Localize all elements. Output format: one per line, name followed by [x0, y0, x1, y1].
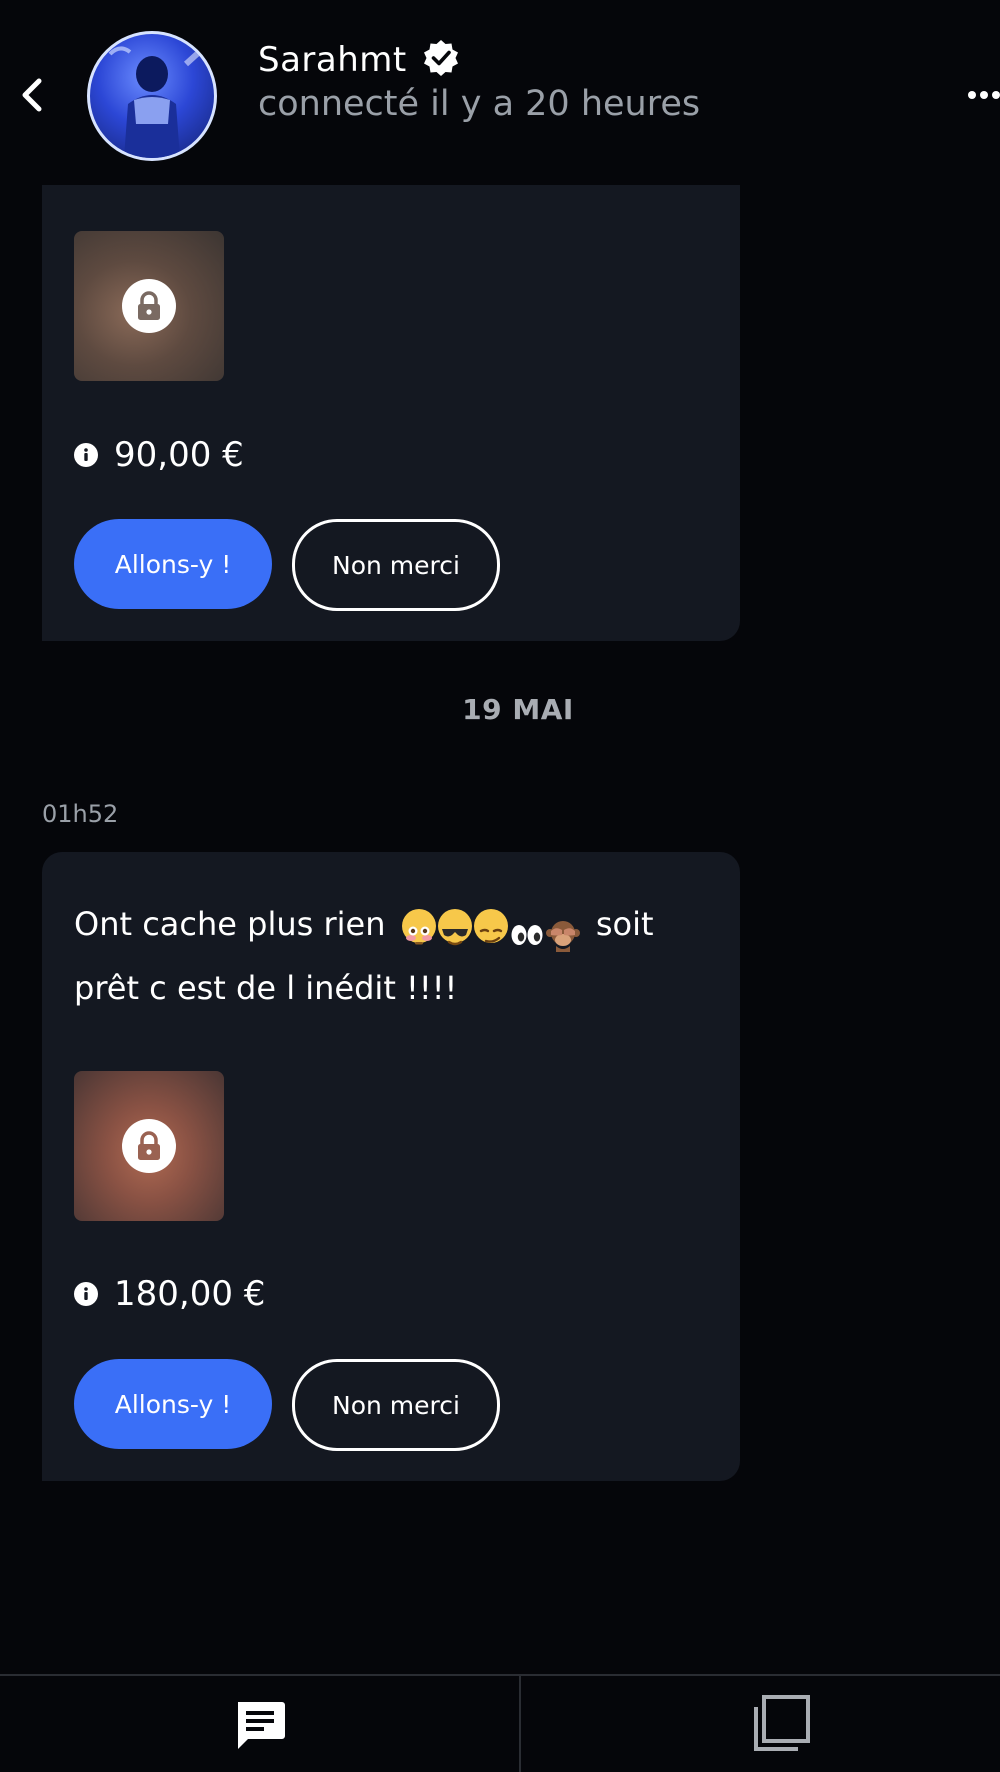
avatar[interactable]	[87, 31, 217, 161]
back-button[interactable]	[10, 70, 54, 120]
decline-offer-button[interactable]: Non merci	[292, 1359, 500, 1451]
price-label: 180,00 €	[114, 1274, 266, 1314]
contact-name: Sarahmt	[258, 40, 407, 80]
price-label: 90,00 €	[114, 435, 244, 475]
lock-icon	[122, 279, 176, 333]
lock-icon	[122, 1119, 176, 1173]
conversation-header: Sarahmt connecté il y a 20 heures	[0, 0, 1000, 185]
more-options-button[interactable]	[960, 80, 1000, 110]
see-no-evil-monkey-icon	[545, 909, 580, 952]
emoji-group	[401, 909, 580, 952]
message-text-part: Ont cache plus rien	[74, 905, 386, 943]
decline-offer-button[interactable]: Non merci	[292, 519, 500, 611]
info-icon[interactable]	[74, 1282, 98, 1306]
flushed-face-icon	[401, 909, 436, 945]
gallery-icon	[753, 1695, 810, 1751]
tab-messages[interactable]	[0, 1676, 519, 1772]
date-separator: 19 MAI	[462, 693, 574, 726]
price-row: 90,00 €	[74, 435, 244, 475]
message-timestamp: 01h52	[42, 800, 119, 828]
last-seen-status: connecté il y a 20 heures	[258, 84, 701, 124]
sunglasses-face-icon	[437, 909, 472, 946]
bottom-navigation	[0, 1674, 1000, 1772]
message-bubble: Ont cache plus rien soit prêt c est de l…	[42, 852, 740, 1481]
tab-gallery[interactable]	[521, 1676, 1000, 1772]
chat-bubble-icon	[237, 1702, 285, 1749]
price-row: 180,00 €	[74, 1274, 265, 1314]
smirk-face-icon	[473, 909, 508, 943]
avatar-image	[108, 41, 211, 158]
accept-offer-button[interactable]: Allons-y !	[74, 519, 272, 609]
locked-media-thumbnail[interactable]	[74, 1071, 224, 1221]
locked-media-thumbnail[interactable]	[74, 231, 224, 381]
header-title-row: Sarahmt	[258, 38, 461, 82]
message-bubble: 90,00 € Allons-y ! Non merci	[42, 185, 740, 641]
accept-offer-button[interactable]: Allons-y !	[74, 1359, 272, 1449]
info-icon[interactable]	[74, 443, 98, 467]
verified-badge-icon	[421, 38, 461, 82]
chevron-left-icon	[22, 78, 42, 112]
more-options-icon	[968, 91, 1000, 99]
eyes-icon	[510, 909, 544, 945]
message-text: Ont cache plus rien soit prêt c est de l…	[74, 892, 694, 1020]
